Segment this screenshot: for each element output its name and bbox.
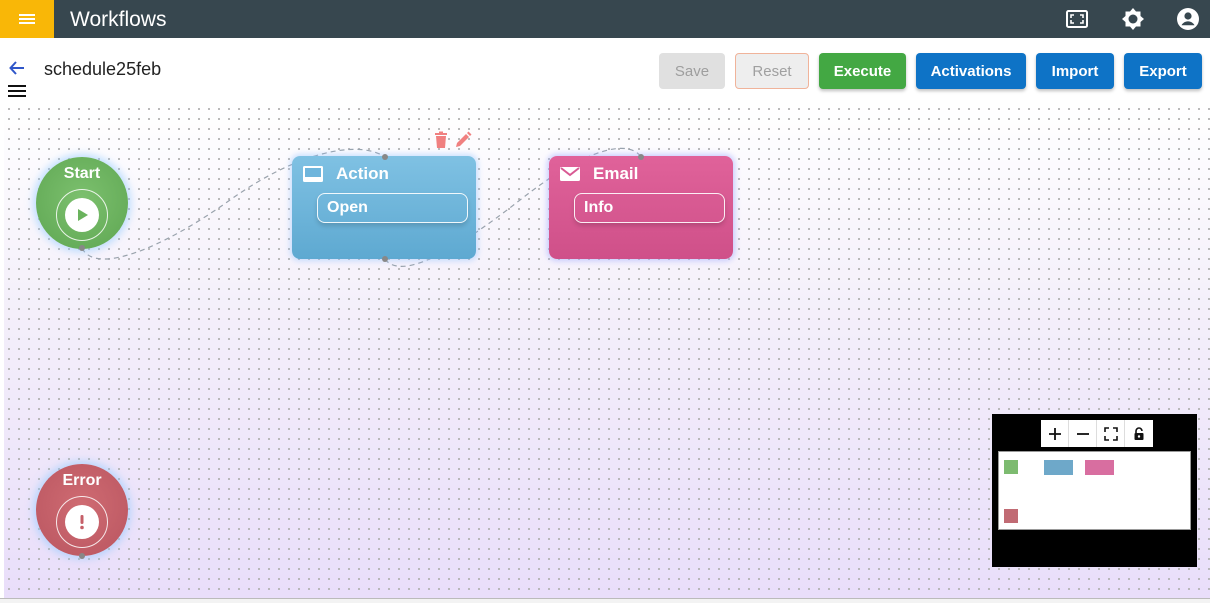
back-arrow-icon[interactable] [8, 59, 26, 77]
mail-icon [560, 167, 580, 181]
lock-icon [1134, 426, 1144, 440]
action-node[interactable]: Action Open [292, 156, 476, 259]
export-button[interactable]: Export [1124, 53, 1202, 89]
main-menu-button[interactable] [0, 0, 54, 38]
zoom-out-button[interactable] [1069, 420, 1097, 447]
error-node-handle[interactable] [79, 553, 85, 559]
minimap-start-node [1004, 460, 1018, 474]
menu-icon [19, 14, 35, 24]
fit-view-icon [1103, 426, 1118, 441]
start-node-label: Start [63, 165, 101, 182]
minimap-action-node [1044, 460, 1073, 475]
minimap[interactable] [992, 414, 1197, 567]
action-node-top-handle[interactable] [382, 154, 388, 160]
exclamation-icon [65, 505, 99, 539]
account-icon[interactable] [1176, 7, 1200, 31]
email-node-label: Email [593, 164, 639, 183]
email-node[interactable]: Email Info [549, 156, 733, 259]
error-node[interactable]: Error [36, 464, 128, 556]
minimap-email-node [1085, 460, 1114, 475]
start-node[interactable]: Start [36, 157, 128, 249]
delete-icon[interactable] [432, 131, 450, 149]
activations-button[interactable]: Activations [916, 53, 1026, 89]
monitor-icon [303, 166, 323, 182]
email-node-top-handle[interactable] [638, 154, 644, 160]
minimap-controls [1041, 420, 1153, 447]
start-node-button[interactable] [56, 189, 108, 241]
error-node-label: Error [62, 472, 102, 489]
action-node-header: Action [302, 164, 389, 184]
reset-button[interactable]: Reset [735, 53, 809, 89]
error-node-button[interactable] [56, 496, 108, 548]
canvas-bottom-border [0, 598, 1210, 603]
email-node-value[interactable]: Info [574, 193, 725, 223]
import-button[interactable]: Import [1036, 53, 1114, 89]
fullscreen-icon[interactable] [1065, 7, 1089, 31]
brightness-icon[interactable] [1121, 7, 1145, 31]
action-node-label: Action [336, 164, 389, 183]
zoom-in-button[interactable] [1041, 420, 1069, 447]
minimap-error-node [1004, 509, 1018, 523]
execute-button[interactable]: Execute [819, 53, 906, 89]
plus-icon [1048, 427, 1061, 440]
workflow-name: schedule25feb [44, 59, 162, 79]
fit-view-button[interactable] [1097, 420, 1125, 447]
minus-icon [1076, 432, 1089, 435]
action-node-bottom-handle[interactable] [382, 256, 388, 262]
action-node-value[interactable]: Open [317, 193, 468, 223]
app-title: Workflows [70, 8, 167, 31]
email-node-header: Email [559, 164, 638, 184]
menu-icon[interactable] [8, 84, 26, 98]
play-icon [65, 198, 99, 232]
start-node-handle[interactable] [79, 245, 85, 251]
lock-button[interactable] [1125, 420, 1153, 447]
save-button[interactable]: Save [659, 53, 725, 89]
minimap-viewport[interactable] [998, 451, 1191, 530]
top-app-bar: Workflows [0, 0, 1210, 38]
edit-icon[interactable] [454, 131, 472, 149]
